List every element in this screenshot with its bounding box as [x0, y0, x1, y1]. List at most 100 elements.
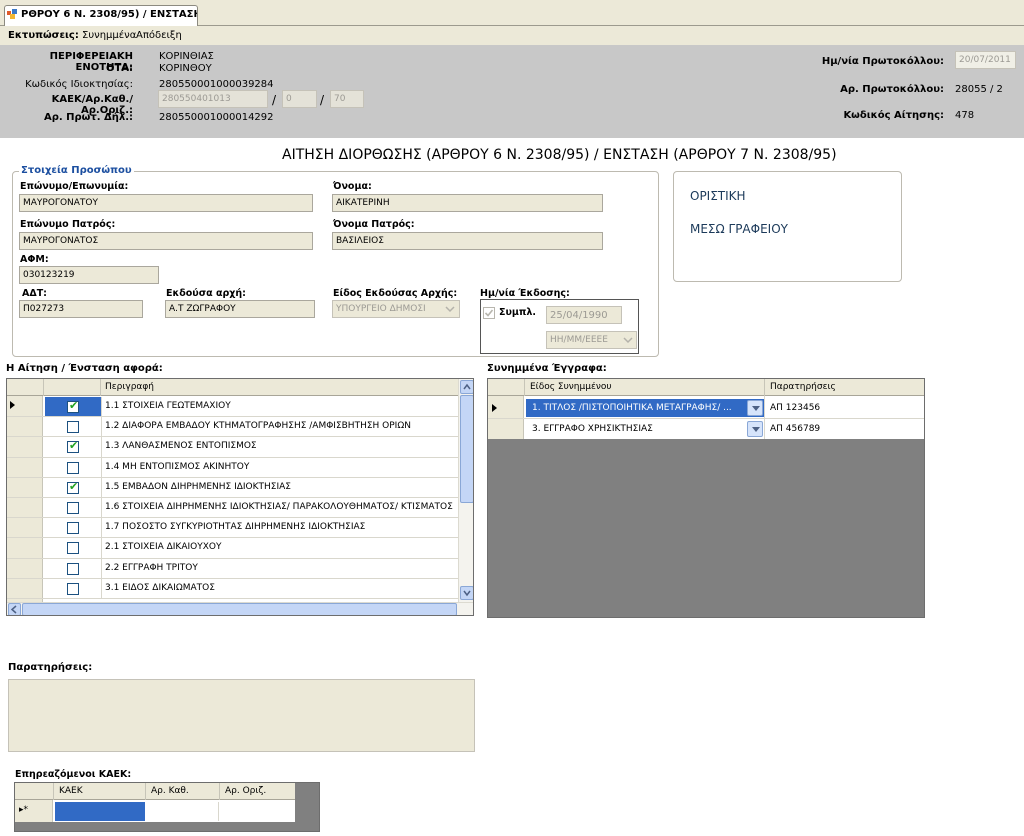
attachment-row-1-dropdown-icon[interactable]	[747, 400, 763, 416]
request-code-label: Κωδικός Αίτησης:	[843, 110, 944, 121]
authority-type-dropdown-icon[interactable]	[443, 302, 457, 316]
periphery-value: ΚΟΡΙΝΘΙΑΣ	[159, 51, 214, 62]
new-row-marker-icon: ▸*	[19, 805, 29, 815]
concern-checkbox[interactable]	[67, 582, 79, 595]
attachments-header-divider-1	[524, 379, 525, 396]
concern-checkbox[interactable]	[67, 542, 79, 555]
tab-request-form[interactable]: ΡΘΡΟΥ 6 Ν. 2308/95) / ΕΝΣΤΑΣΗ (	[4, 5, 198, 26]
h-scroll-thumb[interactable]	[22, 603, 457, 615]
concern-checkbox[interactable]	[67, 522, 79, 535]
adt-field[interactable]: Π027273	[19, 300, 143, 318]
table-row[interactable]: 1.2 ΔΙΑΦΟΡΑ ΕΜΒΑΔΟΥ ΚΤΗΜΑΤΟΓΡΑΦΗΣΗΣ /ΑΜΦ…	[43, 417, 458, 438]
column-divider	[101, 397, 102, 418]
menu-item-receipt[interactable]: Απόδειξη	[136, 30, 182, 41]
attachments-header-divider-2	[764, 379, 765, 396]
concern-description: 1.6 ΣΤΟΙΧΕΙΑ ΔΙΗΡΗΜΕΝΗΣ ΙΔΙΟΚΤΗΣΙΑΣ/ ΠΑΡ…	[105, 502, 453, 512]
affected-oriz-cell[interactable]	[220, 802, 295, 821]
concern-checkbox[interactable]	[67, 421, 79, 434]
concern-checkbox[interactable]	[67, 480, 79, 494]
column-divider	[101, 538, 102, 559]
scroll-thumb[interactable]	[460, 395, 473, 503]
table-row[interactable]: 1.6 ΣΤΟΙΧΕΙΑ ΔΙΗΡΗΜΕΝΗΣ ΙΔΙΟΚΤΗΣΙΑΣ/ ΠΑΡ…	[43, 498, 458, 519]
date-format-dropdown-icon[interactable]	[621, 333, 635, 347]
issue-date-label: Ημ/νία Έκδοσης:	[480, 288, 570, 299]
name-label: Όνομα:	[333, 181, 372, 192]
concern-checkbox[interactable]	[67, 399, 79, 413]
column-divider	[101, 518, 102, 539]
attachment-row-1-notes[interactable]: ΑΠ 123456	[770, 403, 820, 413]
concern-checkbox[interactable]	[67, 439, 79, 454]
attachments-type-header: Είδος Συνημμένου	[530, 382, 612, 392]
table-row[interactable]: 2.1 ΣΤΟΙΧΕΙΑ ΔΙΚΑΙΟΥΧΟΥ	[43, 538, 458, 559]
attachment-row-2-notes[interactable]: ΑΠ 456789	[770, 424, 820, 434]
decl-label: Αρ. Πρωτ. Δήλ.:	[43, 112, 133, 123]
menu-item-attachments[interactable]: Συνημμένα	[82, 30, 136, 41]
authority-type-select[interactable]: ΥΠΟΥΡΓΕΙΟ ΔΗΜΟΣΙ	[332, 300, 460, 318]
ota-label: ΟΤΑ:	[105, 63, 133, 74]
scroll-up-button[interactable]	[460, 380, 473, 394]
oriz-field[interactable]: 70	[330, 90, 364, 108]
attachments-grid: Είδος Συνημμένου Παρατηρήσεις 1. ΤΙΤΛΟΣ …	[487, 378, 925, 618]
authority-label: Εκδούσα αρχή:	[166, 288, 246, 299]
father-surname-field[interactable]: ΜΑΥΡΟΓΟΝΑΤΟΣ	[19, 232, 313, 250]
column-divider	[101, 558, 102, 579]
request-code-value: 478	[955, 110, 975, 121]
remarks-textarea[interactable]	[8, 679, 475, 752]
scroll-left-button[interactable]	[8, 603, 21, 615]
page-title: ΑΙΤΗΣΗ ΔΙΟΡΘΩΣΗΣ (ΑΡΘΡΟΥ 6 Ν. 2308/95) /…	[282, 147, 837, 163]
table-row[interactable]: 2.2 ΕΓΓΡΑΦΗ ΤΡΙΤΟΥ	[43, 558, 458, 579]
table-row[interactable]: 1.3 ΛΑΝΘΑΣΜΕΝΟΣ ΕΝΤΟΠΙΣΜΟΣ	[43, 437, 458, 458]
column-divider	[101, 498, 102, 519]
attachment-row-1-type[interactable]: 1. ΤΙΤΛΟΣ /ΠΙΣΤΟΠΟΙΗΤΙΚΑ ΜΕΤΑΓΡΑΦΗΣ/ ...	[526, 399, 764, 417]
issue-date-field[interactable]: 25/04/1990	[546, 306, 622, 324]
protocol-date-label: Ημ/νία Πρωτοκόλλου:	[821, 56, 944, 67]
protocol-date-field[interactable]: 20/07/2011	[955, 51, 1016, 69]
surname-field[interactable]: ΜΑΥΡΟΓΟΝΑΤΟΥ	[19, 194, 313, 212]
concerns-vertical-scrollbar[interactable]	[458, 379, 473, 602]
row-header-separator	[7, 497, 43, 498]
protocol-no-value: 28055 / 2	[955, 84, 1003, 95]
scroll-down-button[interactable]	[460, 586, 473, 600]
concern-description: 1.3 ΛΑΝΘΑΣΜΕΝΟΣ ΕΝΤΟΠΙΣΜΟΣ	[105, 441, 257, 452]
form-icon	[7, 9, 18, 19]
concern-checkbox[interactable]	[67, 461, 79, 474]
kaek-slash-2: /	[320, 93, 325, 107]
concern-checkbox[interactable]	[67, 562, 79, 575]
attachment-row-2-dropdown-icon[interactable]	[747, 421, 763, 437]
name-field[interactable]: ΑΙΚΑΤΕΡΙΝΗ	[332, 194, 603, 212]
attachment-row-2-type[interactable]: 3. ΕΓΓΡΑΦΟ ΧΡΗΣΙΚΤΗΣΙΑΣ	[526, 420, 764, 438]
surname-label: Επώνυμο/Επωνυμία:	[20, 181, 129, 192]
complete-checkbox[interactable]	[483, 307, 495, 319]
status-final: ΟΡΙΣΤΙΚΗ	[690, 189, 746, 203]
concerns-description-header: Περιγραφή	[105, 382, 155, 392]
table-row[interactable]: 1.1 ΣΤΟΙΧΕΙΑ ΓΕΩΤΕΜΑΧΙΟΥ	[43, 397, 458, 418]
concerns-grid: Περιγραφή 1.1 ΣΤΟΙΧΕΙΑ ΓΕΩΤΕΜΑΧΙΟΥ 1.2 ΔΙ…	[6, 378, 474, 616]
father-surname-label: Επώνυμο Πατρός:	[20, 219, 116, 230]
father-name-label: Όνομα Πατρός:	[333, 219, 415, 230]
kaek-field[interactable]: 280550401013	[158, 90, 268, 108]
affected-oriz-header: Αρ. Οριζ.	[225, 786, 267, 796]
kaek-slash-1: /	[272, 93, 277, 107]
attachment-current-row-arrow-icon	[492, 404, 497, 412]
table-row[interactable]: 1.5 ΕΜΒΑΔΟΝ ΔΙΗΡΗΜΕΝΗΣ ΙΔΙΟΚΤΗΣΙΑΣ	[43, 477, 458, 498]
column-divider	[101, 578, 102, 599]
father-name-field[interactable]: ΒΑΣΙΛΕΙΟΣ	[332, 232, 603, 250]
attachment-col-divider	[764, 396, 765, 439]
concern-description: 1.2 ΔΙΑΦΟΡΑ ΕΜΒΑΔΟΥ ΚΤΗΜΑΤΟΓΡΑΦΗΣΗΣ /ΑΜΦ…	[105, 421, 411, 432]
kath-field[interactable]: 0	[282, 90, 317, 108]
table-row[interactable]: 1.4 ΜΗ ΕΝΤΟΠΙΣΜΟΣ ΑΚΙΝΗΤΟΥ	[43, 457, 458, 478]
afm-field[interactable]: 030123219	[19, 266, 159, 284]
concern-checkbox[interactable]	[67, 502, 79, 514]
affected-kath-cell[interactable]	[146, 802, 219, 821]
table-row[interactable]: 1.7 ΠΟΣΟΣΤΟ ΣΥΓΚΥΡΙΟΤΗΤΑΣ ΔΙΗΡΗΜΕΝΗΣ ΙΔΙ…	[43, 518, 458, 539]
row-header-separator	[7, 598, 43, 599]
authority-field[interactable]: Α.Τ ΖΩΓΡΑΦΟΥ	[165, 300, 315, 318]
column-divider	[101, 477, 102, 498]
row-header-separator	[7, 476, 43, 478]
column-divider	[101, 437, 102, 458]
concerns-horizontal-scrollbar[interactable]	[7, 602, 473, 615]
affected-kaek-cell[interactable]	[55, 802, 145, 821]
column-divider	[101, 417, 102, 438]
attachment-row-separator	[488, 418, 924, 419]
table-row[interactable]: 3.1 ΕΙΔΟΣ ΔΙΚΑΙΩΜΑΤΟΣ	[43, 578, 458, 599]
